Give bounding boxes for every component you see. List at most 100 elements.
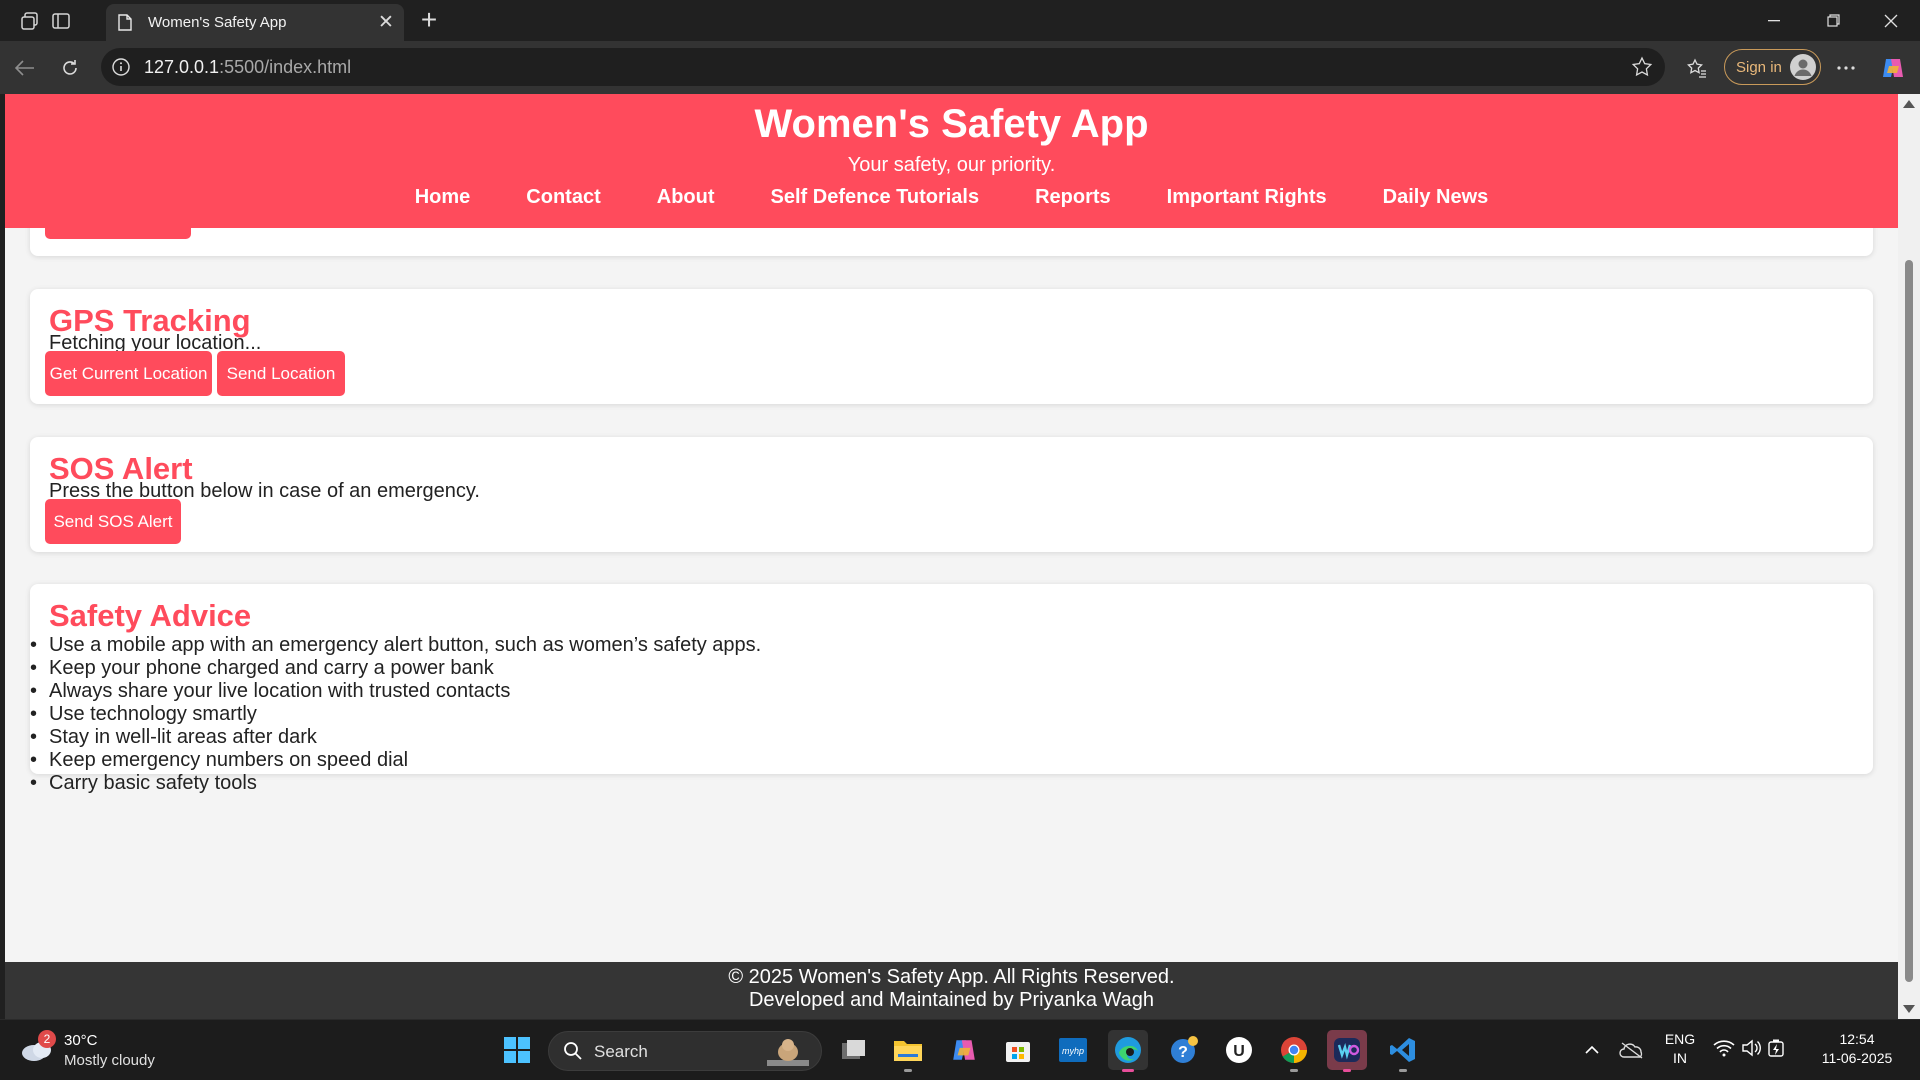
minimize-icon[interactable] [1744,0,1804,41]
site-tagline: Your safety, our priority. [847,154,1056,176]
nav-self-defence-link[interactable]: Self Defence Tutorials [743,186,1008,209]
windows-start-icon[interactable] [497,1030,537,1070]
copilot-icon[interactable] [1877,52,1909,84]
footer-credit: Developed and Maintained by Priyanka Wag… [748,989,1155,1011]
wifi-icon [1713,1039,1735,1062]
language-code: ENG [1664,1031,1696,1047]
running-indicator [1343,1069,1351,1072]
back-arrow-icon[interactable] [9,52,41,84]
system-status-icons[interactable] [1707,1030,1791,1070]
nav-contact-link[interactable]: Contact [498,186,628,209]
edge-browser-icon[interactable] [1108,1030,1148,1072]
send-sos-alert-button[interactable]: Send SOS Alert [45,499,181,544]
myhp-icon[interactable]: myhp [1053,1030,1093,1070]
url-text[interactable]: 127.0.0.1:5500/index.html [144,57,351,78]
scrollbar-thumb[interactable] [1905,260,1913,982]
weather-description: Mostly cloudy [64,1052,155,1069]
url-host: 127.0.0.1 [144,57,220,77]
list-item: Stay in well-lit areas after dark [30,726,761,749]
running-indicator [1399,1069,1407,1072]
taskbar-search[interactable]: Search [548,1031,822,1071]
workspaces-icon[interactable] [17,8,43,34]
nav-about-link[interactable]: About [629,186,743,209]
browser-tab-active[interactable]: Women's Safety App ✕ [106,4,404,41]
browser-tab-bar: Women's Safety App ✕ + [0,0,1920,41]
svg-text:?: ? [1178,1044,1188,1061]
site-header: Women's Safety App Your safety, our prio… [5,94,1898,228]
nav-news-link[interactable]: Daily News [1355,186,1517,209]
advice-list: Use a mobile app with an emergency alert… [30,634,761,795]
chrome-icon[interactable] [1274,1030,1314,1072]
weather-widget[interactable]: 2 30°C Mostly cloudy [20,1030,170,1072]
scroll-up-arrow-icon[interactable] [1903,100,1915,108]
safety-advice-card: Safety Advice Use a mobile app with an e… [30,584,1873,795]
show-hidden-icons-chevron-icon[interactable] [1572,1030,1612,1070]
search-highlight-image [765,1036,811,1073]
clock-date: 11-06-2025 [1821,1050,1893,1066]
more-options-icon[interactable] [1830,52,1862,84]
clock-time: 12:54 [1839,1031,1875,1047]
page-scrollbar[interactable] [1898,94,1920,1019]
svg-text:U: U [1233,1043,1245,1060]
close-tab-icon[interactable]: ✕ [372,9,400,37]
browser-toolbar: 127.0.0.1:5500/index.html Sign in [0,41,1920,94]
close-window-icon[interactable] [1861,0,1920,41]
running-indicator [1290,1069,1298,1072]
sign-in-label: Sign in [1736,58,1782,76]
restore-icon[interactable] [1803,0,1863,41]
onedrive-offline-icon[interactable] [1612,1030,1652,1070]
footer-copyright: © 2025 Women's Safety App. All Rights Re… [728,966,1175,988]
vscode-icon[interactable] [1383,1030,1423,1072]
vertical-tabs-icon[interactable] [48,8,74,34]
site-footer: © 2025 Women's Safety App. All Rights Re… [5,962,1898,1019]
get-current-location-button[interactable]: Get Current Location [45,351,212,396]
task-view-icon[interactable] [834,1030,874,1070]
advice-heading: Safety Advice [49,598,252,633]
scroll-down-arrow-icon[interactable] [1903,1005,1915,1013]
clock[interactable]: 12:54 11-06-2025 [1812,1031,1902,1066]
nav-reports-link[interactable]: Reports [1007,186,1139,209]
list-item: Use a mobile app with an emergency alert… [30,634,761,657]
u-app-icon[interactable]: U [1219,1030,1259,1070]
microsoft-store-icon[interactable] [998,1030,1038,1070]
sos-alert-card: SOS Alert Press the button below in case… [30,437,1873,552]
favorites-icon[interactable] [1681,52,1713,84]
search-label: Search [594,1042,648,1061]
weather-badge: 2 [38,1030,56,1048]
weather-temperature: 30°C [64,1032,98,1049]
running-indicator [904,1069,912,1072]
list-item: Keep emergency numbers on speed dial [30,749,761,772]
main-nav: Home Contact About Self Defence Tutorial… [5,186,1898,209]
help-icon[interactable]: ? [1164,1030,1204,1070]
language-region: IN [1673,1050,1687,1066]
avatar-icon [1790,54,1816,80]
file-explorer-icon[interactable] [888,1030,928,1072]
tab-title: Women's Safety App [148,14,287,31]
search-icon [563,1041,583,1066]
url-path: :5500/index.html [219,57,352,77]
webex-icon[interactable] [1327,1030,1367,1072]
windows-taskbar: 2 30°C Mostly cloudy Search myhp ? U ENG… [0,1019,1920,1080]
gps-tracking-card: GPS Tracking Fetching your location... G… [30,289,1873,404]
site-info-icon[interactable] [111,57,131,77]
refresh-icon[interactable] [54,52,86,84]
favorite-star-icon[interactable] [1631,56,1653,78]
battery-charging-icon [1767,1038,1785,1063]
active-indicator [1122,1069,1134,1072]
list-item: Use technology smartly [30,703,761,726]
new-tab-icon[interactable]: + [414,6,444,36]
page-icon [116,14,134,32]
list-item: Always share your live location with tru… [30,680,761,703]
svg-text:myhp: myhp [1062,1046,1084,1056]
sign-in-button[interactable]: Sign in [1724,49,1821,85]
copilot-app-icon[interactable] [944,1030,984,1070]
address-bar[interactable]: 127.0.0.1:5500/index.html [101,48,1665,86]
site-title: Women's Safety App [754,102,1149,146]
volume-icon [1741,1039,1761,1062]
page-viewport: Women's Safety App Your safety, our prio… [5,94,1898,1019]
list-item: Keep your phone charged and carry a powe… [30,657,761,680]
nav-rights-link[interactable]: Important Rights [1139,186,1355,209]
language-indicator[interactable]: ENG IN [1660,1031,1700,1066]
nav-home-link[interactable]: Home [387,186,499,209]
send-location-button[interactable]: Send Location [217,351,345,396]
